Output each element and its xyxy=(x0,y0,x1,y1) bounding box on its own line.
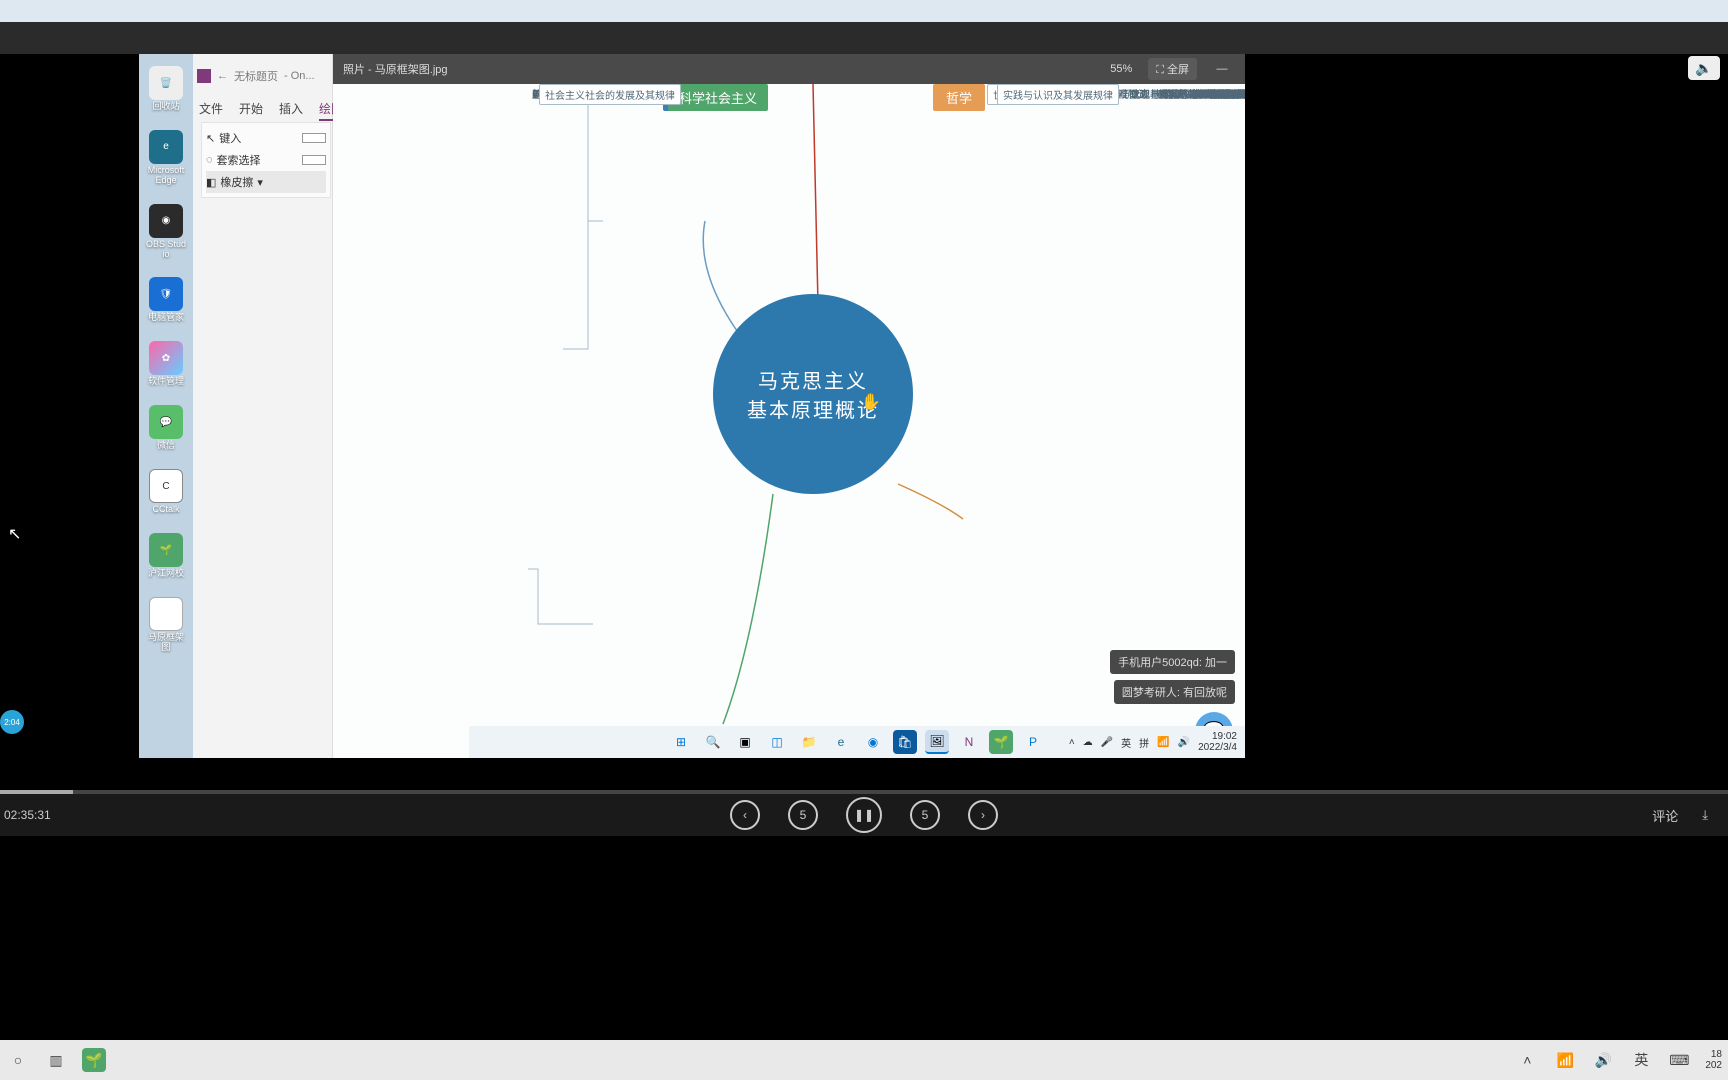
comment-button[interactable]: 评论 xyxy=(1652,806,1678,825)
onenote-ribbon: 文件 开始 插入 绘图 xyxy=(199,98,343,121)
zoom-level: 55% xyxy=(1110,63,1132,75)
download-icon[interactable]: ⤓ xyxy=(1702,807,1708,823)
outer-taskview-button[interactable]: ▥ xyxy=(44,1048,68,1072)
elapsed-time: 02:35:31 xyxy=(4,808,51,822)
app-p-button[interactable]: P xyxy=(1021,730,1045,754)
onenote-icon xyxy=(197,69,211,83)
onenote-back-icon[interactable]: ← xyxy=(217,70,228,82)
desktop-icon-recycle-bin[interactable]: 🗑️回收站 xyxy=(145,66,187,112)
outer-start-button[interactable]: ○ xyxy=(6,1048,30,1072)
photos-title: 照片 - 马原框架图.jpg xyxy=(343,61,448,77)
search-button[interactable]: 🔍 xyxy=(701,730,725,754)
node-scientific-socialism: 科学社会主义 xyxy=(668,84,768,111)
tray-volume-icon[interactable]: 🔊 xyxy=(1178,737,1190,748)
taskbar-center-apps: ⊞ 🔍 ▣ ◫ 📁 e ◉ 🛍 🖼 N 🌱 P xyxy=(669,730,1045,754)
store-button[interactable]: 🛍 xyxy=(893,730,917,754)
onenote-title-suffix: - On... xyxy=(284,70,315,82)
photos-titlebar: 照片 - 马原框架图.jpg 55% ⛶ 全屏 — xyxy=(333,54,1245,84)
tray-mic-icon[interactable]: 🎤 xyxy=(1101,737,1113,748)
draw-tool-panel: ↖键入 ◌套索选择 ◧橡皮擦▾ xyxy=(201,122,331,198)
center-line1: 马克思主义 xyxy=(758,365,868,394)
photos-canvas[interactable]: 马克思主义 基本原理概论 资本主义的本质和规律 政治经济学 哲学 科学社会主义 … xyxy=(333,84,1245,758)
photos-button[interactable]: 🖼 xyxy=(925,730,949,754)
center-line2: 基本原理概论 xyxy=(747,394,879,423)
explorer-button[interactable]: 📁 xyxy=(797,730,821,754)
tray-onedrive-icon[interactable]: ☁ xyxy=(1083,737,1093,748)
forward-5-button[interactable]: 5 xyxy=(910,800,940,830)
desktop-icon-edge[interactable]: eMicrosoft Edge xyxy=(145,130,187,186)
edge-button[interactable]: e xyxy=(829,730,853,754)
node-soc-dev: 社会主义社会的发展及其规律 xyxy=(539,84,681,105)
app1-button[interactable]: ◉ xyxy=(861,730,885,754)
mouse-cursor-icon: ↖ xyxy=(8,524,21,544)
tool-eraser[interactable]: ◧橡皮擦▾ xyxy=(206,171,326,193)
tray-clock[interactable]: 19:02 2022/3/4 xyxy=(1198,731,1237,753)
tray-network-icon[interactable]: 📶 xyxy=(1157,737,1169,748)
minimize-button[interactable]: — xyxy=(1209,63,1235,75)
desktop-icon-image[interactable]: 🖼马原框架图 xyxy=(145,597,187,653)
tray-ime-mode[interactable]: 拼 xyxy=(1139,735,1149,750)
recording-timer-bubble[interactable]: 2:04 xyxy=(0,710,24,734)
task-view-button[interactable]: ▣ xyxy=(733,730,757,754)
h4: 经济基础与上层建筑 xyxy=(1193,84,1245,103)
tool-lasso[interactable]: ◌套索选择 xyxy=(206,149,326,171)
video-player-controls: 02:35:31 ‹ 5 ❚❚ 5 › 评论 ⤓ xyxy=(0,794,1728,836)
desktop-icon-wechat[interactable]: 💬微信 xyxy=(145,405,187,451)
desktop-icon-pcmanager[interactable]: 🛡电脑管家 xyxy=(145,277,187,323)
outer-tray-volume-icon[interactable]: 🔊 xyxy=(1591,1048,1615,1072)
know-root: 实践与认识及其发展规律 xyxy=(997,84,1119,105)
chat-bubble-1: 手机用户5002qd: 加一 xyxy=(1110,650,1235,674)
next-button[interactable]: › xyxy=(968,800,998,830)
tool-keyin[interactable]: ↖键入 xyxy=(206,127,326,149)
system-tray: ˄ ☁ 🎤 英 拼 📶 🔊 19:02 2022/3/4 xyxy=(1069,731,1237,753)
inner-taskbar[interactable]: ⊞ 🔍 ▣ ◫ 📁 e ◉ 🛍 🖼 N 🌱 P ˄ ☁ 🎤 英 拼 📶 🔊 19… xyxy=(469,726,1245,758)
desktop-icon-hjclass[interactable]: 🌱沪江网校 xyxy=(145,533,187,579)
outer-clock[interactable]: 18 202 xyxy=(1705,1049,1722,1071)
outer-tray-network-icon[interactable]: 📶 xyxy=(1553,1048,1577,1072)
ribbon-tab-insert[interactable]: 插入 xyxy=(279,98,303,121)
ribbon-tab-file[interactable]: 文件 xyxy=(199,98,223,121)
widgets-button[interactable]: ◫ xyxy=(765,730,789,754)
onenote-button[interactable]: N xyxy=(957,730,981,754)
video-letterbox-top xyxy=(0,22,1728,54)
remote-desktop-view: 🗑️回收站 eMicrosoft Edge ◉OBS Studio 🛡电脑管家 … xyxy=(139,54,1245,758)
start-button[interactable]: ⊞ xyxy=(669,730,693,754)
outer-app-hj[interactable]: 🌱 xyxy=(82,1048,106,1072)
fullscreen-button[interactable]: ⛶ 全屏 xyxy=(1148,58,1197,80)
tray-chevron-icon[interactable]: ˄ xyxy=(1069,737,1075,748)
prev-button[interactable]: ‹ xyxy=(730,800,760,830)
play-pause-button[interactable]: ❚❚ xyxy=(846,797,882,833)
chat-bubble-2: 圆梦考研人: 有回放呢 xyxy=(1114,680,1235,704)
speaker-icon[interactable]: 🔈 xyxy=(1688,56,1720,80)
desktop-icon-software[interactable]: ✿软件管理 xyxy=(145,341,187,387)
outer-taskbar[interactable]: ○ ▥ 🌱 ˄ 📶 🔊 英 ⌨ 18 202 xyxy=(0,1040,1728,1080)
onenote-page-title: 无标题页 xyxy=(234,68,278,84)
tray-ime-lang[interactable]: 英 xyxy=(1121,735,1131,750)
hroot: 历史观基本问题 xyxy=(1115,84,1195,103)
outer-titlebar-strip xyxy=(0,0,1728,22)
ribbon-tab-home[interactable]: 开始 xyxy=(239,98,263,121)
desktop-icon-cctalk[interactable]: CCCtalk xyxy=(145,469,187,515)
hand-cursor-icon: ✋ xyxy=(861,392,881,412)
desktop-icons-column: 🗑️回收站 eMicrosoft Edge ◉OBS Studio 🛡电脑管家 … xyxy=(139,54,193,758)
mindmap-center: 马克思主义 基本原理概论 xyxy=(713,294,913,494)
desktop-icon-obs[interactable]: ◉OBS Studio xyxy=(145,204,187,260)
hj-button[interactable]: 🌱 xyxy=(989,730,1013,754)
outer-ime-lang[interactable]: 英 xyxy=(1629,1048,1653,1072)
rewind-5-button[interactable]: 5 xyxy=(788,800,818,830)
node-philosophy: 哲学 xyxy=(933,84,985,111)
onenote-titlebar: ← 无标题页 - On... xyxy=(197,68,315,84)
outer-tray-chevron-icon[interactable]: ˄ xyxy=(1515,1048,1539,1072)
outer-ime-keyboard-icon[interactable]: ⌨ xyxy=(1667,1048,1691,1072)
